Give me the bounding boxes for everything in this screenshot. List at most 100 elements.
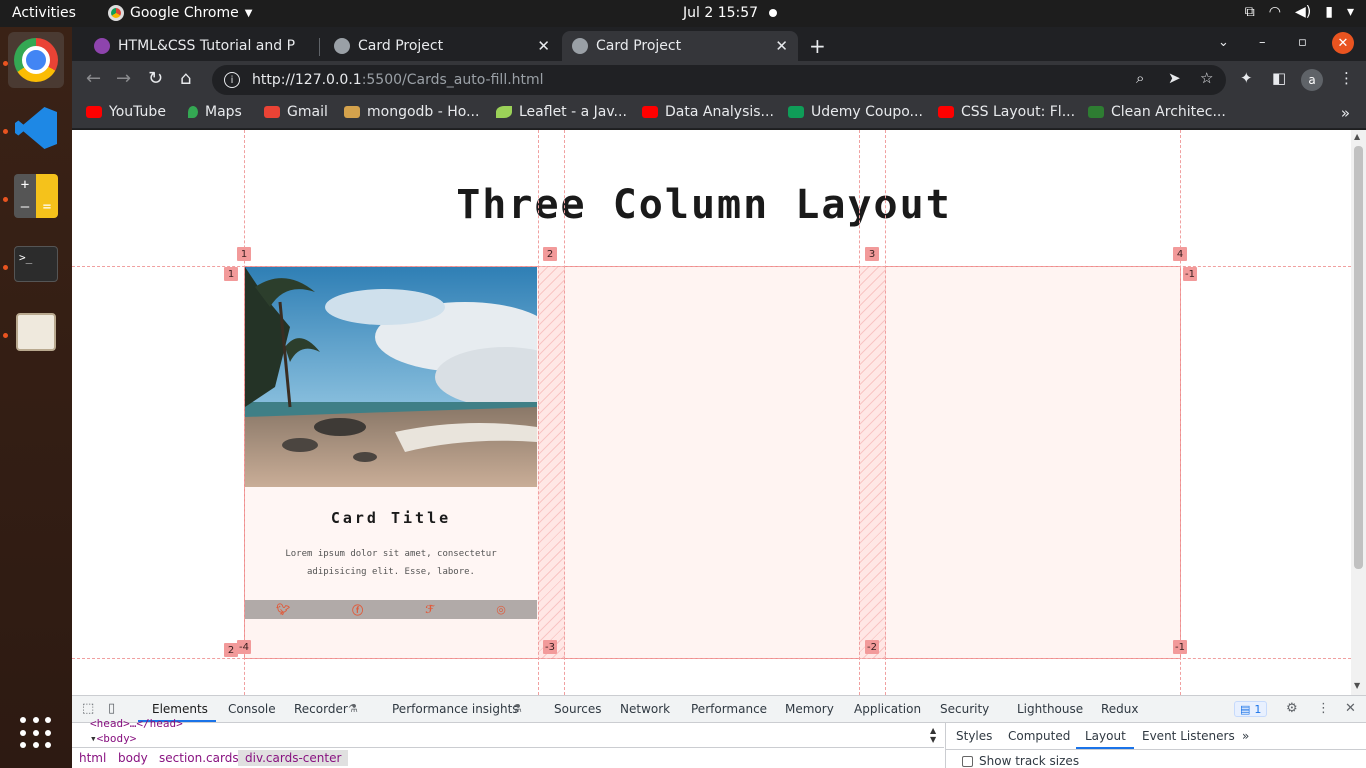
dom-node-body[interactable]: ▾<body> (90, 732, 136, 745)
side-tab-event-listeners[interactable]: Event Listeners (1142, 729, 1235, 743)
url-host: http://127.0.0.1 (252, 72, 362, 88)
show-track-sizes-checkbox[interactable] (962, 755, 973, 767)
facebook-icon[interactable]: ⓕ (352, 602, 363, 618)
grid-column-number: -1 (1173, 640, 1187, 654)
maximize-button[interactable]: ▫ (1298, 35, 1307, 50)
dock-terminal[interactable]: >_ (8, 236, 64, 292)
dock-files[interactable] (8, 304, 64, 360)
devtools-tab-elements[interactable]: Elements (152, 702, 208, 716)
settings-gear-icon[interactable]: ⚙ (1286, 701, 1298, 716)
close-tab-icon[interactable]: ✕ (537, 37, 550, 55)
activities-button[interactable]: Activities (12, 5, 76, 21)
dom-node-body-tag: <body> (96, 732, 137, 745)
grid-column-number: -2 (865, 640, 879, 654)
tab-card-project-active[interactable]: Card Project ✕ (562, 31, 798, 61)
devtools-tab-redux[interactable]: Redux (1101, 702, 1139, 716)
back-button[interactable]: ← (86, 68, 101, 89)
screen-share-icon[interactable]: ⧉ (1245, 4, 1255, 20)
bookmark-css-layout[interactable]: CSS Layout: Fl... (938, 104, 1075, 120)
devtools-tab-network[interactable]: Network (620, 702, 670, 716)
devtools-tab-memory[interactable]: Memory (785, 702, 834, 716)
side-tab-styles[interactable]: Styles (956, 729, 992, 743)
show-applications-icon[interactable] (20, 717, 52, 749)
scroll-up-arrow-icon[interactable]: ▲ (1354, 132, 1360, 141)
side-tab-computed[interactable]: Computed (1008, 729, 1070, 743)
devtools-tab-lighthouse[interactable]: Lighthouse (1017, 702, 1083, 716)
bookmark-maps[interactable]: Maps (188, 104, 242, 120)
bookmark-label: Clean Architec... (1111, 104, 1226, 120)
bookmark-star-icon[interactable]: ☆ (1200, 69, 1213, 87)
flask-icon: ⚗ (348, 702, 358, 715)
home-button[interactable]: ⌂ (180, 68, 191, 89)
page-scrollbar[interactable]: ▲ ▼ (1351, 130, 1366, 695)
breadcrumb-div-cards-center[interactable]: div.cards-center (238, 750, 349, 766)
close-devtools-icon[interactable]: ✕ (1345, 701, 1356, 716)
close-tab-icon[interactable]: ✕ (775, 37, 788, 55)
devtools-tab-console[interactable]: Console (228, 702, 276, 716)
volume-icon[interactable]: ◀) (1295, 4, 1311, 20)
wifi-icon[interactable]: ◠ (1269, 4, 1281, 20)
scrollbar-thumb[interactable] (1354, 146, 1363, 569)
dock-chrome[interactable] (8, 32, 64, 88)
devtools-tab-performance-insights[interactable]: Performance insights (392, 702, 519, 716)
grid-column-number: 2 (543, 247, 557, 261)
issues-badge[interactable]: ▤ 1 (1234, 701, 1268, 717)
bookmarks-bar: YouTube Maps Gmail mongodb - Ho... Leafl… (72, 98, 1366, 129)
bookmark-mongodb[interactable]: mongodb - Ho... (344, 104, 479, 120)
extensions-icon[interactable]: ✦ (1240, 69, 1253, 87)
clock[interactable]: Jul 2 15:57 (683, 5, 758, 21)
breadcrumb-section-cards[interactable]: section.cards (159, 751, 239, 765)
card-body: Card Title Lorem ipsum dolor sit amet, c… (245, 487, 537, 600)
devtools-menu-icon[interactable]: ⋮ (1317, 701, 1330, 716)
dom-node-head[interactable]: <head>…</head> (90, 717, 183, 730)
bookmark-leaflet[interactable]: Leaflet - a Jav... (496, 104, 627, 120)
more-tabs-icon[interactable]: » (1242, 729, 1249, 743)
breadcrumb-body[interactable]: body (118, 751, 148, 765)
system-tray[interactable]: ⧉ ◠ ◀) ▮ ▾ (1245, 4, 1354, 20)
bookmark-clean-architecture[interactable]: Clean Architec... (1088, 104, 1226, 120)
tab-search-icon[interactable]: ⌄ (1218, 35, 1229, 50)
devtools-tab-application[interactable]: Application (854, 702, 921, 716)
zoom-icon[interactable]: ⌕ (1136, 69, 1144, 87)
side-tab-layout[interactable]: Layout (1085, 729, 1126, 743)
scroll-arrows-icon[interactable]: ▲ ▼ (930, 726, 936, 744)
menu-kebab-icon[interactable]: ⋮ (1339, 69, 1354, 87)
devtools-tab-security[interactable]: Security (940, 702, 989, 716)
tab-title: HTML&CSS Tutorial and P (118, 38, 296, 54)
more-bookmarks-icon[interactable]: » (1341, 104, 1350, 122)
show-track-sizes-option[interactable]: Show track sizes (962, 754, 1079, 768)
breadcrumb-html[interactable]: html (79, 751, 106, 765)
device-toolbar-icon[interactable]: ▯ (108, 701, 115, 716)
forward-button[interactable]: → (116, 68, 131, 89)
dock-vscode[interactable] (8, 100, 64, 156)
foursquare-icon[interactable]: ℱ (425, 603, 434, 616)
twitter-icon[interactable]: 🐦︎ (276, 603, 290, 616)
minimize-button[interactable]: – (1259, 35, 1266, 50)
devtools-tab-performance[interactable]: Performance (691, 702, 767, 716)
address-bar[interactable]: i http://127.0.0.1:5500/Cards_auto-fill.… (212, 65, 1226, 95)
site-info-icon[interactable]: i (224, 72, 240, 88)
close-window-button[interactable]: ✕ (1332, 32, 1354, 54)
dock-calculator[interactable]: + – = (8, 168, 64, 224)
inspect-element-icon[interactable]: ⬚ (82, 701, 94, 716)
tab-card-project-1[interactable]: Card Project ✕ (324, 31, 560, 61)
tab-html-css-tutorial[interactable]: HTML&CSS Tutorial and P (84, 31, 316, 61)
bookmark-youtube[interactable]: YouTube (86, 104, 166, 120)
side-panel-icon[interactable]: ◧ (1272, 69, 1286, 87)
battery-icon[interactable]: ▮ (1325, 4, 1333, 20)
devtools-tab-sources[interactable]: Sources (554, 702, 601, 716)
scroll-down-arrow-icon[interactable]: ▼ (1354, 681, 1360, 690)
bookmark-gmail[interactable]: Gmail (264, 104, 328, 120)
send-icon[interactable]: ➤ (1168, 69, 1181, 87)
profile-avatar[interactable]: a (1301, 69, 1323, 91)
running-indicator (3, 333, 8, 338)
grid-line (1180, 130, 1181, 695)
reload-button[interactable]: ↻ (148, 68, 163, 89)
bookmark-data-analysis[interactable]: Data Analysis... (642, 104, 774, 120)
bookmark-udemy-coupons[interactable]: Udemy Coupo... (788, 104, 923, 120)
instagram-icon[interactable]: ◎ (496, 603, 506, 616)
devtools-tab-recorder[interactable]: Recorder (294, 702, 348, 716)
app-menu[interactable]: Google Chrome ▼ (108, 5, 252, 21)
new-tab-button[interactable]: + (809, 34, 826, 58)
chevron-down-icon[interactable]: ▾ (1347, 4, 1354, 20)
